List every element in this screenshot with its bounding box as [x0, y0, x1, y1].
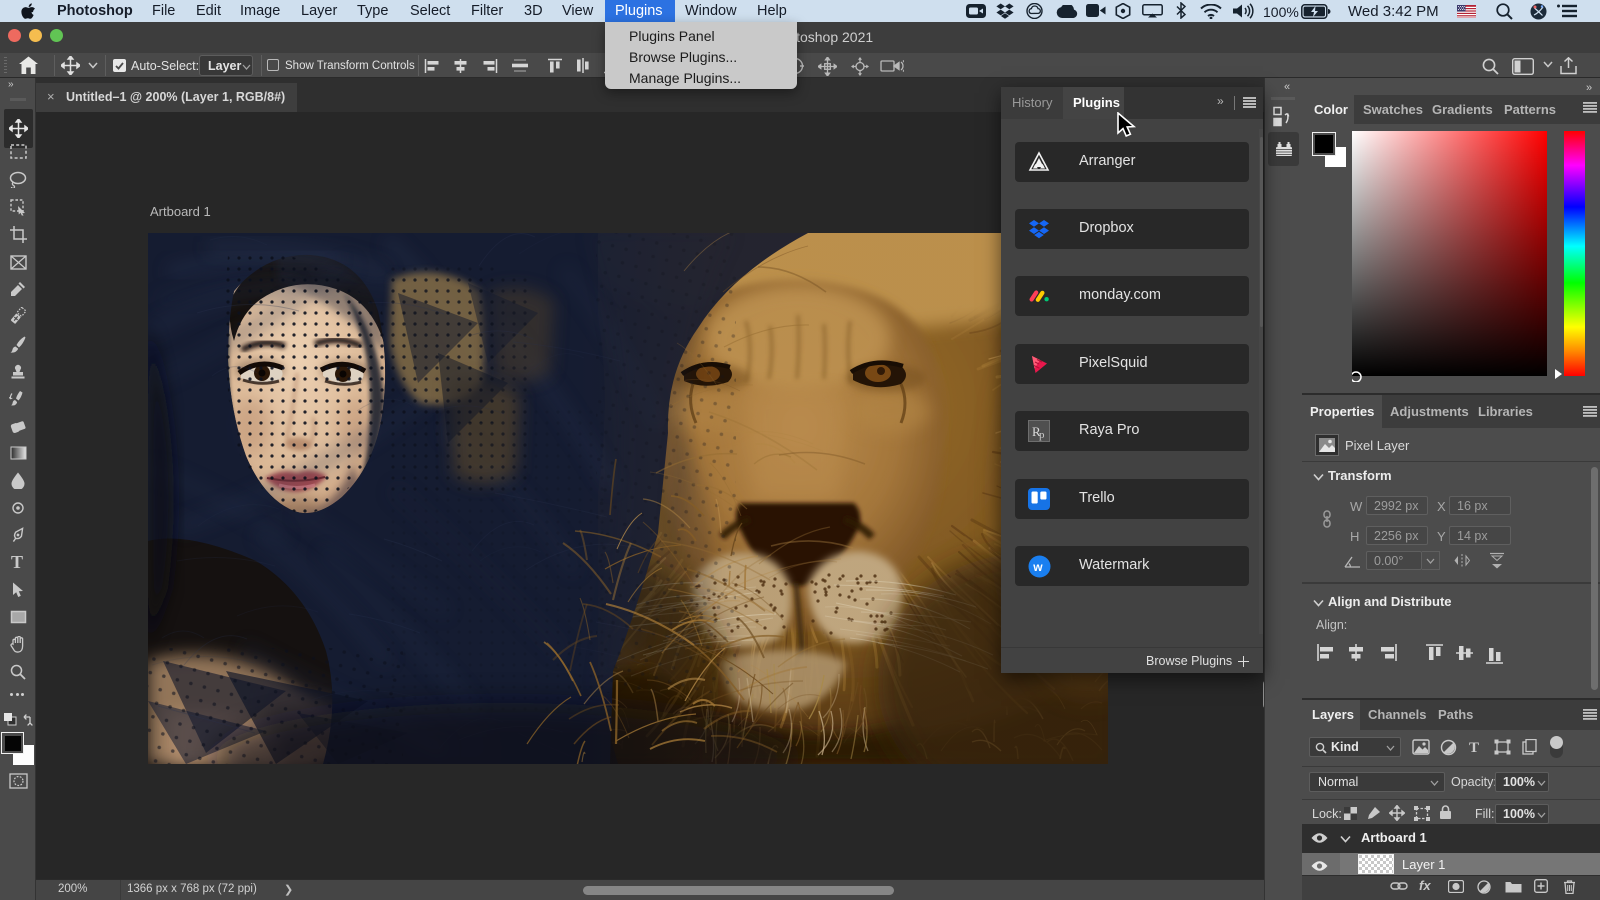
svg-text:T: T — [1469, 740, 1479, 754]
svg-text:p: p — [1039, 429, 1045, 441]
svg-text:w: w — [1032, 560, 1043, 574]
svg-text:T: T — [11, 553, 23, 570]
